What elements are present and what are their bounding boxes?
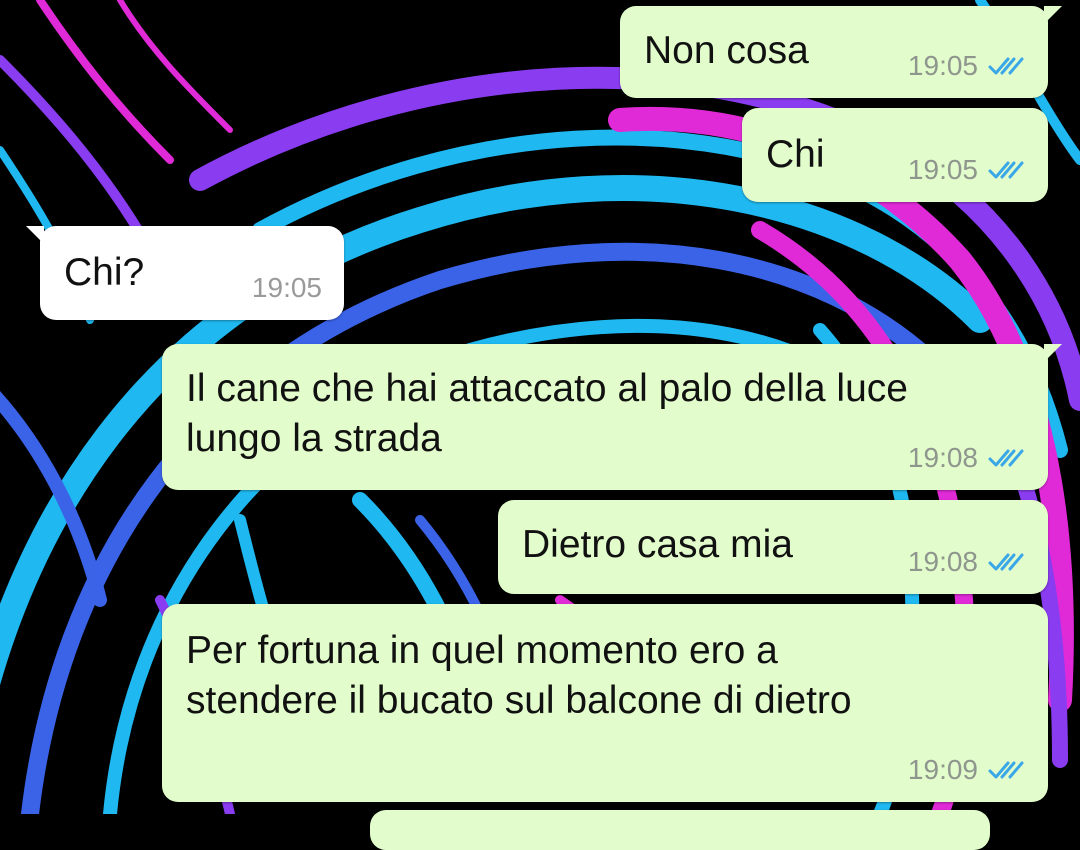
double-check-icon xyxy=(988,553,1024,571)
message-text: Per fortuna in quel momento ero a stende… xyxy=(186,629,852,722)
message-bubble-outgoing[interactable]: Dietro casa mia 19:08 xyxy=(498,500,1048,594)
message-meta: 19:08 xyxy=(908,546,1026,578)
message-time: 19:09 xyxy=(907,754,978,785)
message-meta: 19:08 xyxy=(908,442,1026,474)
message-text: Dietro casa mia xyxy=(522,523,793,566)
message-bubble-partial[interactable] xyxy=(370,810,990,850)
double-check-icon xyxy=(988,57,1024,75)
message-text: Chi xyxy=(766,133,825,176)
message-time: 19:05 xyxy=(907,154,978,185)
double-check-icon xyxy=(988,449,1024,467)
message-time: 19:08 xyxy=(907,442,978,473)
double-check-icon xyxy=(988,161,1024,179)
message-bubble-outgoing[interactable]: Il cane che hai attaccato al palo della … xyxy=(162,344,1062,490)
message-meta: 19:09 xyxy=(908,754,1026,786)
message-text: Chi? xyxy=(64,251,145,294)
double-check-icon xyxy=(988,761,1024,779)
message-text: Non cosa xyxy=(644,29,809,72)
message-bubble-outgoing[interactable]: Non cosa 19:05 xyxy=(620,6,1062,98)
message-bubble-outgoing[interactable]: Chi 19:05 xyxy=(742,108,1048,202)
message-meta: 19:05 xyxy=(908,50,1026,82)
message-bubble-outgoing[interactable]: Per fortuna in quel momento ero a stende… xyxy=(162,604,1048,802)
message-bubble-incoming[interactable]: Chi? 19:05 xyxy=(26,226,344,320)
message-meta: 19:05 xyxy=(252,272,322,304)
message-meta: 19:05 xyxy=(908,154,1026,186)
message-time: 19:08 xyxy=(907,546,978,577)
message-time: 19:05 xyxy=(251,272,322,303)
message-text: Il cane che hai attaccato al palo della … xyxy=(186,367,908,460)
chat-thread: Non cosa 19:05 Chi 19:05 Chi? 19:05 Il c… xyxy=(0,0,1080,850)
message-time: 19:05 xyxy=(907,50,978,81)
